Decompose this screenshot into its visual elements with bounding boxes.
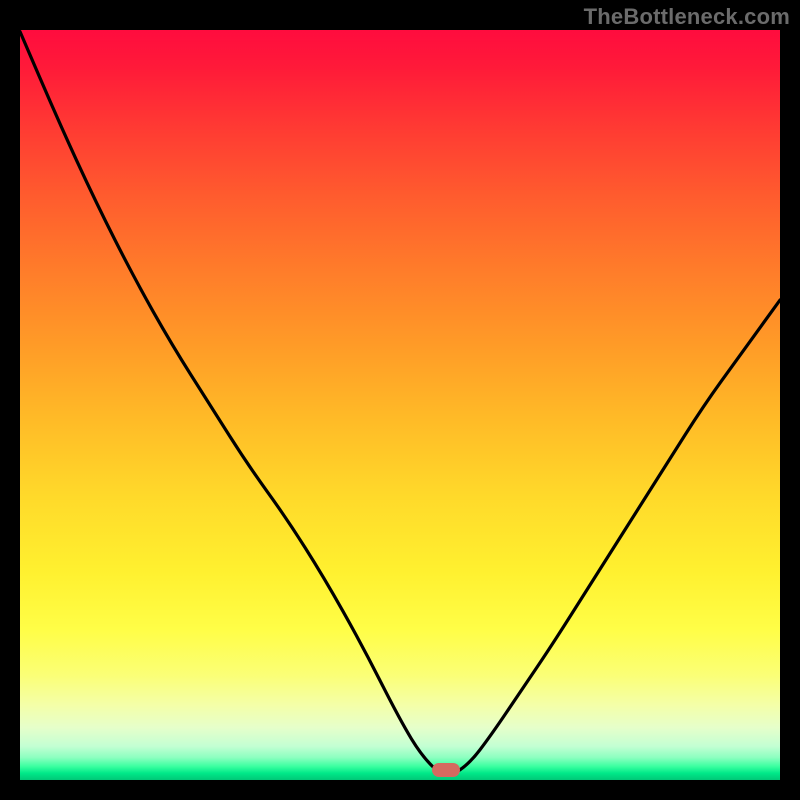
- bottleneck-curve: [20, 30, 780, 780]
- minimum-marker: [432, 763, 460, 777]
- plot-area: [20, 30, 780, 780]
- curve-path: [20, 32, 780, 775]
- attribution-text: TheBottleneck.com: [584, 4, 790, 30]
- chart-frame: TheBottleneck.com: [0, 0, 800, 800]
